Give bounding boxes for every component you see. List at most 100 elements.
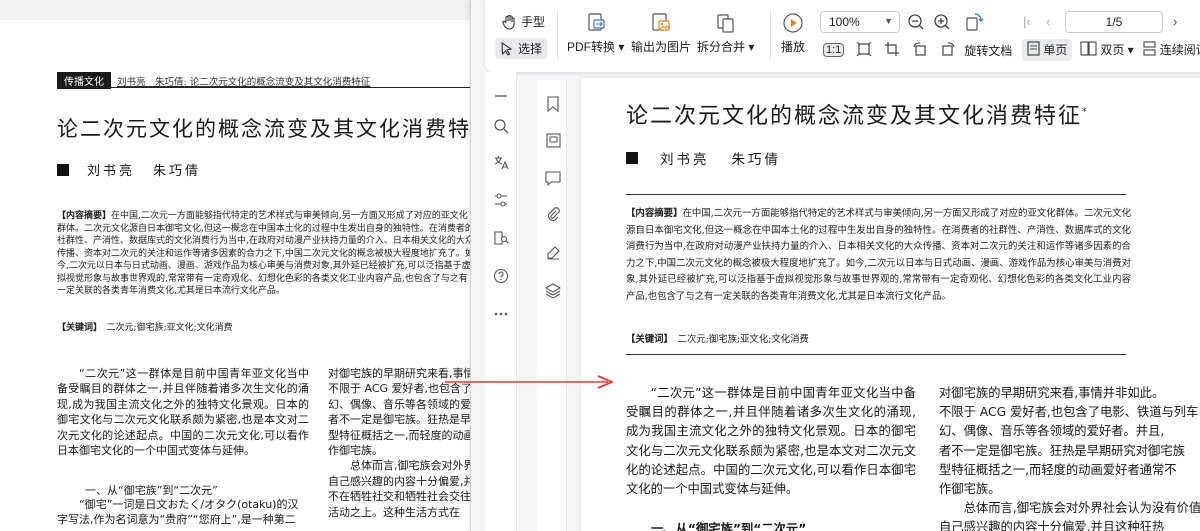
signature-pen-icon[interactable] — [543, 242, 563, 262]
split-merge-icon — [715, 12, 737, 34]
export-image-icon — [650, 12, 672, 34]
zoom-out-button[interactable] — [907, 13, 925, 31]
chevron-down-icon: ▼ — [884, 16, 893, 26]
rotate-document-label[interactable]: 旋转文档 — [964, 42, 1012, 59]
pdf-author-1: 刘书亮 — [660, 152, 710, 168]
pdf-col2-line: 自己感兴趣的内容十分偏爱,并且这种狂热 — [939, 520, 1165, 531]
rotate-document-icon-button[interactable] — [963, 11, 985, 33]
actual-size-icon[interactable]: 1:1 — [823, 43, 845, 57]
author-square-marker — [57, 163, 69, 176]
col2-line: 幻、偶像、音乐等各领域的爱好者。并且, — [328, 397, 478, 411]
page-indicator: 1/5 — [1105, 15, 1123, 29]
header-rule — [57, 87, 478, 88]
pdf-col2-line: 不限于 ACG 爱好者,也包含了电影、铁道与列车 — [939, 405, 1199, 420]
more-icon[interactable] — [491, 304, 511, 324]
pdf-convert-label: PDF转换 ▾ — [567, 40, 625, 54]
thumbnail-icon[interactable] — [543, 130, 563, 150]
single-page-icon — [1027, 41, 1040, 59]
adjust-sliders-icon[interactable] — [491, 190, 511, 210]
pdf-title: 论二次元文化的概念流变及其文化消费特征* — [626, 98, 1089, 130]
pdf-abstract-text: 在中国,二次元一方面能够指代特定的艺术样式与审美倾向,另一方面又形成了对应的亚文… — [626, 208, 1131, 302]
prev-page-button[interactable]: ‹ — [1046, 14, 1050, 29]
rotate-right-icon[interactable] — [940, 41, 956, 60]
play-icon — [782, 12, 804, 34]
first-page-icon: |‹ — [1023, 14, 1031, 29]
double-page-icon — [1080, 41, 1097, 59]
zoom-select[interactable]: 100% ▼ — [820, 11, 900, 33]
pdf-authors: 刘书亮 朱巧倩 — [626, 148, 803, 168]
book-search-icon[interactable] — [491, 228, 511, 248]
collapse-icon[interactable] — [491, 86, 511, 106]
view-tool-row: 1:1 旋转文档 单页 双页 ▾ 连续阅读 — [823, 38, 1200, 62]
crop-icon[interactable] — [884, 41, 900, 60]
author-1: 刘书亮 — [87, 164, 136, 179]
original-body-col2: 对御宅族的早期研究来看,事情并非如此。 不限于 ACG 爱好者,也包含了电影、铁… — [328, 366, 478, 520]
attachment-icon[interactable] — [543, 204, 563, 224]
abstract-label: 【内容摘要】 — [57, 211, 112, 221]
header-info: 刘书亮 朱巧倩: 论二次元文化的概念流变及其文化消费特征 — [117, 76, 371, 88]
first-page-button[interactable]: |‹ — [1023, 14, 1031, 29]
pdf-abstract-label: 【内容摘要】 — [626, 208, 683, 219]
translate-icon[interactable] — [491, 152, 511, 172]
search-icon[interactable] — [491, 116, 511, 136]
play-label: 播放 — [781, 40, 806, 54]
continuous-read-label: 连续阅读 — [1159, 42, 1200, 57]
select-tool-label: 选择 — [518, 42, 543, 56]
pdf-col2-line: 幻、偶像、音乐等各领域的爱好者。并且, — [939, 424, 1165, 439]
hand-tool-button[interactable]: 手型 — [501, 13, 545, 30]
double-page-button[interactable]: 双页 ▾ — [1080, 41, 1134, 60]
pdf-rule-top — [626, 194, 1126, 195]
pdf-col2-line: 者不一定是御宅族。狂热是早期研究对御宅族 — [939, 443, 1185, 458]
split-merge-button[interactable]: 拆分合并 ▾ — [697, 12, 754, 55]
bookmark-icon[interactable] — [543, 94, 563, 114]
page-number-input[interactable]: 1/5 — [1065, 11, 1163, 33]
pdf-keywords-text: 二次元;御宅族;亚文化;文化消费 — [677, 334, 809, 345]
author-2: 朱巧倩 — [153, 164, 202, 179]
zoom-in-button[interactable] — [933, 13, 951, 31]
layers-icon[interactable] — [543, 280, 563, 300]
fit-page-icon[interactable] — [856, 41, 872, 60]
chevron-left-icon: ‹ — [1046, 14, 1051, 29]
pdf-section-heading: 一、从“御宅族”到“二次元” — [651, 522, 807, 531]
original-top-band — [0, 0, 478, 20]
double-page-label: 双页 — [1100, 42, 1125, 57]
original-authors: 刘书亮 朱巧倩 — [57, 160, 219, 179]
single-page-label: 单页 — [1043, 42, 1068, 57]
toolbar-separator — [770, 10, 771, 60]
rotate-icon — [963, 11, 985, 33]
split-merge-text: 拆分合并 — [697, 40, 746, 54]
original-body-col1-cont: “御宅”一词是日文おたく/オタク(otaku)的汉字写法,作为名词意为“贵府”“… — [57, 498, 299, 527]
original-page: 传播文化 刘书亮 朱巧倩: 论二次元文化的概念流变及其文化消费特征 论二次元文化… — [0, 0, 478, 531]
original-title: 论二次元文化的概念流变及其文化消费特征 — [57, 117, 478, 141]
pdf-body-col2: 对御宅族的早期研究来看,事情并非如此。 不限于 ACG 爱好者,也包含了电影、铁… — [939, 384, 1200, 531]
play-button[interactable]: 播放 — [781, 12, 805, 55]
left-tool-rail — [485, 72, 517, 531]
single-page-button[interactable]: 单页 — [1022, 38, 1073, 62]
pdf-title-text: 论二次元文化的概念流变及其文化消费特征 — [626, 104, 1083, 129]
chevron-right-icon: › — [1173, 14, 1178, 29]
pdf-convert-icon — [585, 12, 607, 34]
original-keywords: 【关键词】 二次元;御宅族;亚文化;文化消费 — [57, 320, 233, 333]
pdf-abstract: 【内容摘要】在中国,二次元一方面能够指代特定的艺术样式与审美倾向,另一方面又形成… — [626, 206, 1131, 306]
title-footnote-mark: * — [1082, 107, 1089, 118]
split-merge-label: 拆分合并 ▾ — [697, 40, 755, 54]
zoom-out-icon — [907, 13, 925, 31]
continuous-read-button[interactable]: 连续阅读 — [1142, 41, 1200, 60]
original-section-heading: 一、从“御宅族”到“二次元” — [85, 484, 218, 497]
col2-line: 者不一定是御宅族。狂热是早期研究对御宅 — [328, 413, 478, 427]
pdf-col2-line: 总体而言,御宅族会对外界社会认为没有价值 — [939, 501, 1200, 516]
rotate-left-icon[interactable] — [912, 41, 928, 60]
pdf-convert-button[interactable]: PDF转换 ▾ — [567, 12, 624, 55]
next-page-button[interactable]: › — [1173, 14, 1177, 29]
comment-icon[interactable] — [543, 168, 563, 188]
keywords-label: 【关键词】 — [57, 323, 98, 333]
col2-line: 自己感兴趣的内容十分偏爱,并且这种狂热 — [328, 474, 478, 488]
select-tool-button[interactable]: 选择 — [495, 38, 548, 59]
abstract-text: 在中国,二次元一方面能够指代特定的艺术样式与审美倾向,另一方面又形成了对应的亚文… — [57, 211, 474, 296]
help-icon[interactable] — [491, 266, 511, 286]
pdf-viewer-window: 手型 选择 PDF转换 ▾ 输出为图片 拆分合并 ▾ 播放 100% ▼ 1:1… — [470, 0, 1200, 531]
export-image-button[interactable]: 输出为图片 — [631, 12, 691, 55]
original-abstract: 【内容摘要】在中国,二次元一方面能够指代特定的艺术样式与审美倾向,另一方面又形成… — [57, 210, 475, 298]
pdf-author-2: 朱巧倩 — [731, 152, 781, 168]
col2-line: 总体而言,御宅族会对外界社会认为没有 — [349, 459, 478, 473]
